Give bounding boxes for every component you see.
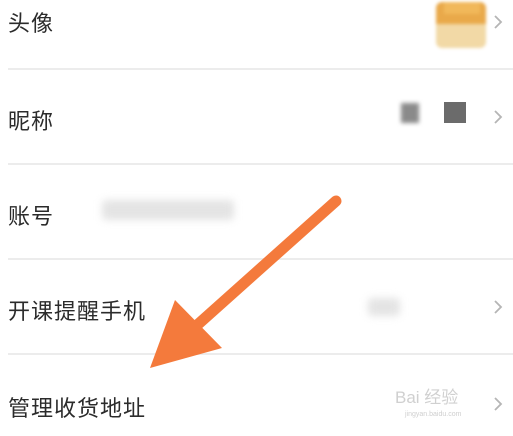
chevron-right-icon: [494, 110, 503, 124]
row-reminder-phone[interactable]: 开课提醒手机: [0, 260, 513, 353]
row-account-label: 账号: [8, 205, 55, 230]
account-settings-page: 头像 昵称 账号 开课提醒手机 管理收货地址 Bai 经验 jingyan.ba…: [0, 0, 513, 436]
chevron-right-icon: [494, 300, 503, 314]
row-nickname-label: 昵称: [8, 110, 55, 135]
watermark-url: jingyan.baidu.com: [405, 411, 462, 418]
nickname-redacted-small: [401, 103, 419, 123]
nickname-redacted-block: [444, 102, 466, 123]
row-nickname[interactable]: 昵称: [0, 70, 513, 163]
row-reminder-phone-label: 开课提醒手机: [8, 300, 147, 325]
phone-redacted: [368, 298, 400, 316]
row-manage-address-label: 管理收货地址: [8, 397, 147, 422]
row-avatar-label: 头像: [8, 12, 55, 37]
chevron-right-icon: [494, 397, 503, 411]
account-redacted: [102, 200, 234, 220]
row-avatar[interactable]: 头像: [0, 0, 513, 68]
row-account: 账号: [0, 165, 513, 258]
chevron-right-icon: [494, 15, 503, 29]
avatar: [436, 2, 486, 48]
watermark: Bai 经验: [395, 388, 459, 407]
